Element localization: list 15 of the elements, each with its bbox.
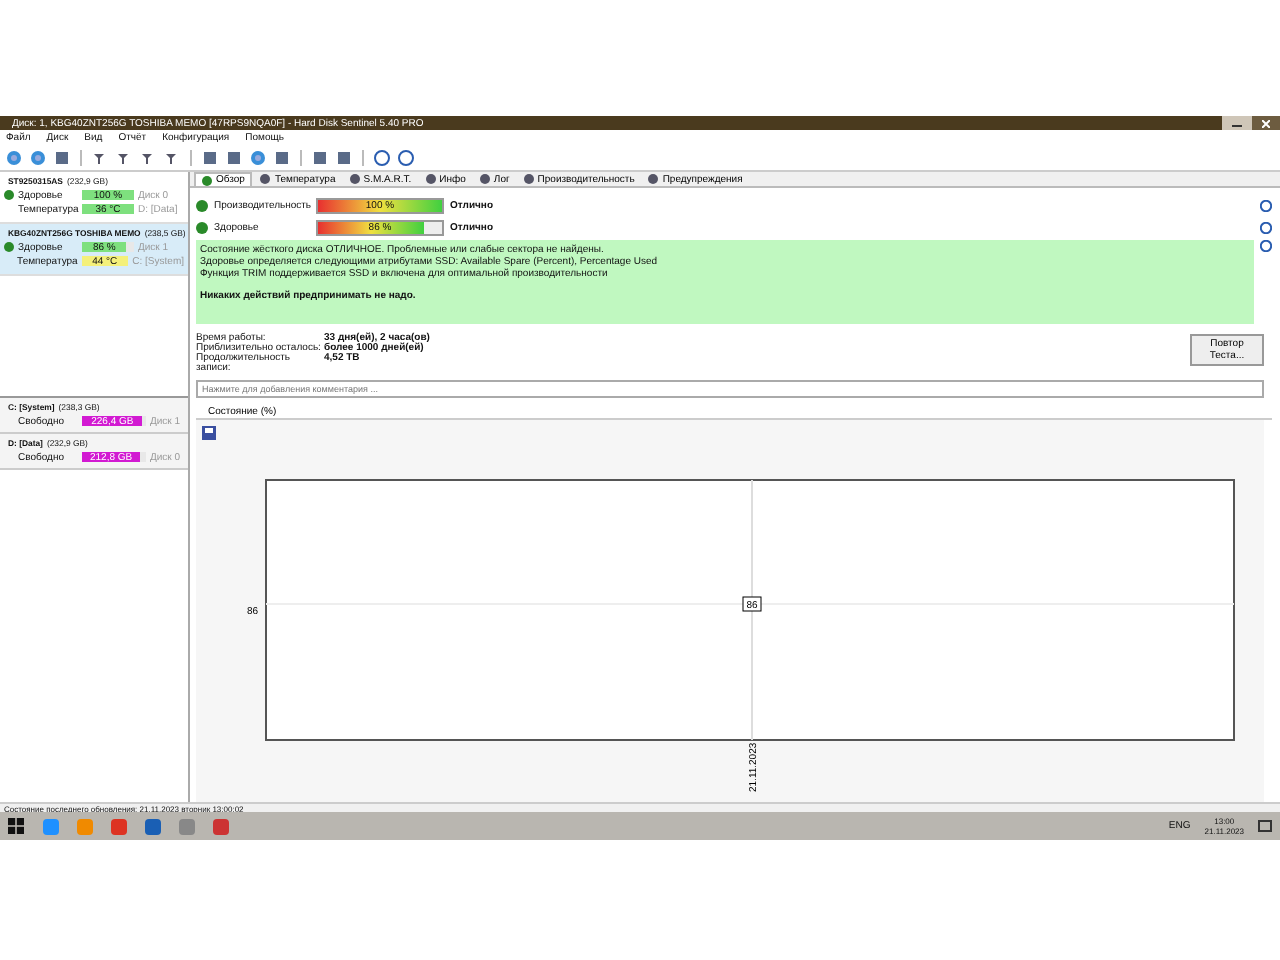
tab-icon	[479, 174, 490, 184]
windows-icon	[8, 818, 24, 834]
tab-icon	[523, 174, 534, 184]
close-button[interactable]	[1252, 116, 1280, 130]
ok-icon	[4, 242, 14, 252]
tab-icon	[260, 174, 271, 184]
data-point-marker	[742, 596, 762, 612]
tab-icon	[349, 174, 360, 184]
notification-icon[interactable]	[1258, 819, 1272, 833]
tab-icon	[425, 174, 436, 184]
minimize-icon	[1232, 119, 1242, 127]
save-icon[interactable]	[202, 426, 216, 440]
ok-icon	[4, 190, 14, 200]
tab-icon	[648, 174, 659, 184]
tab-icon	[202, 175, 212, 185]
